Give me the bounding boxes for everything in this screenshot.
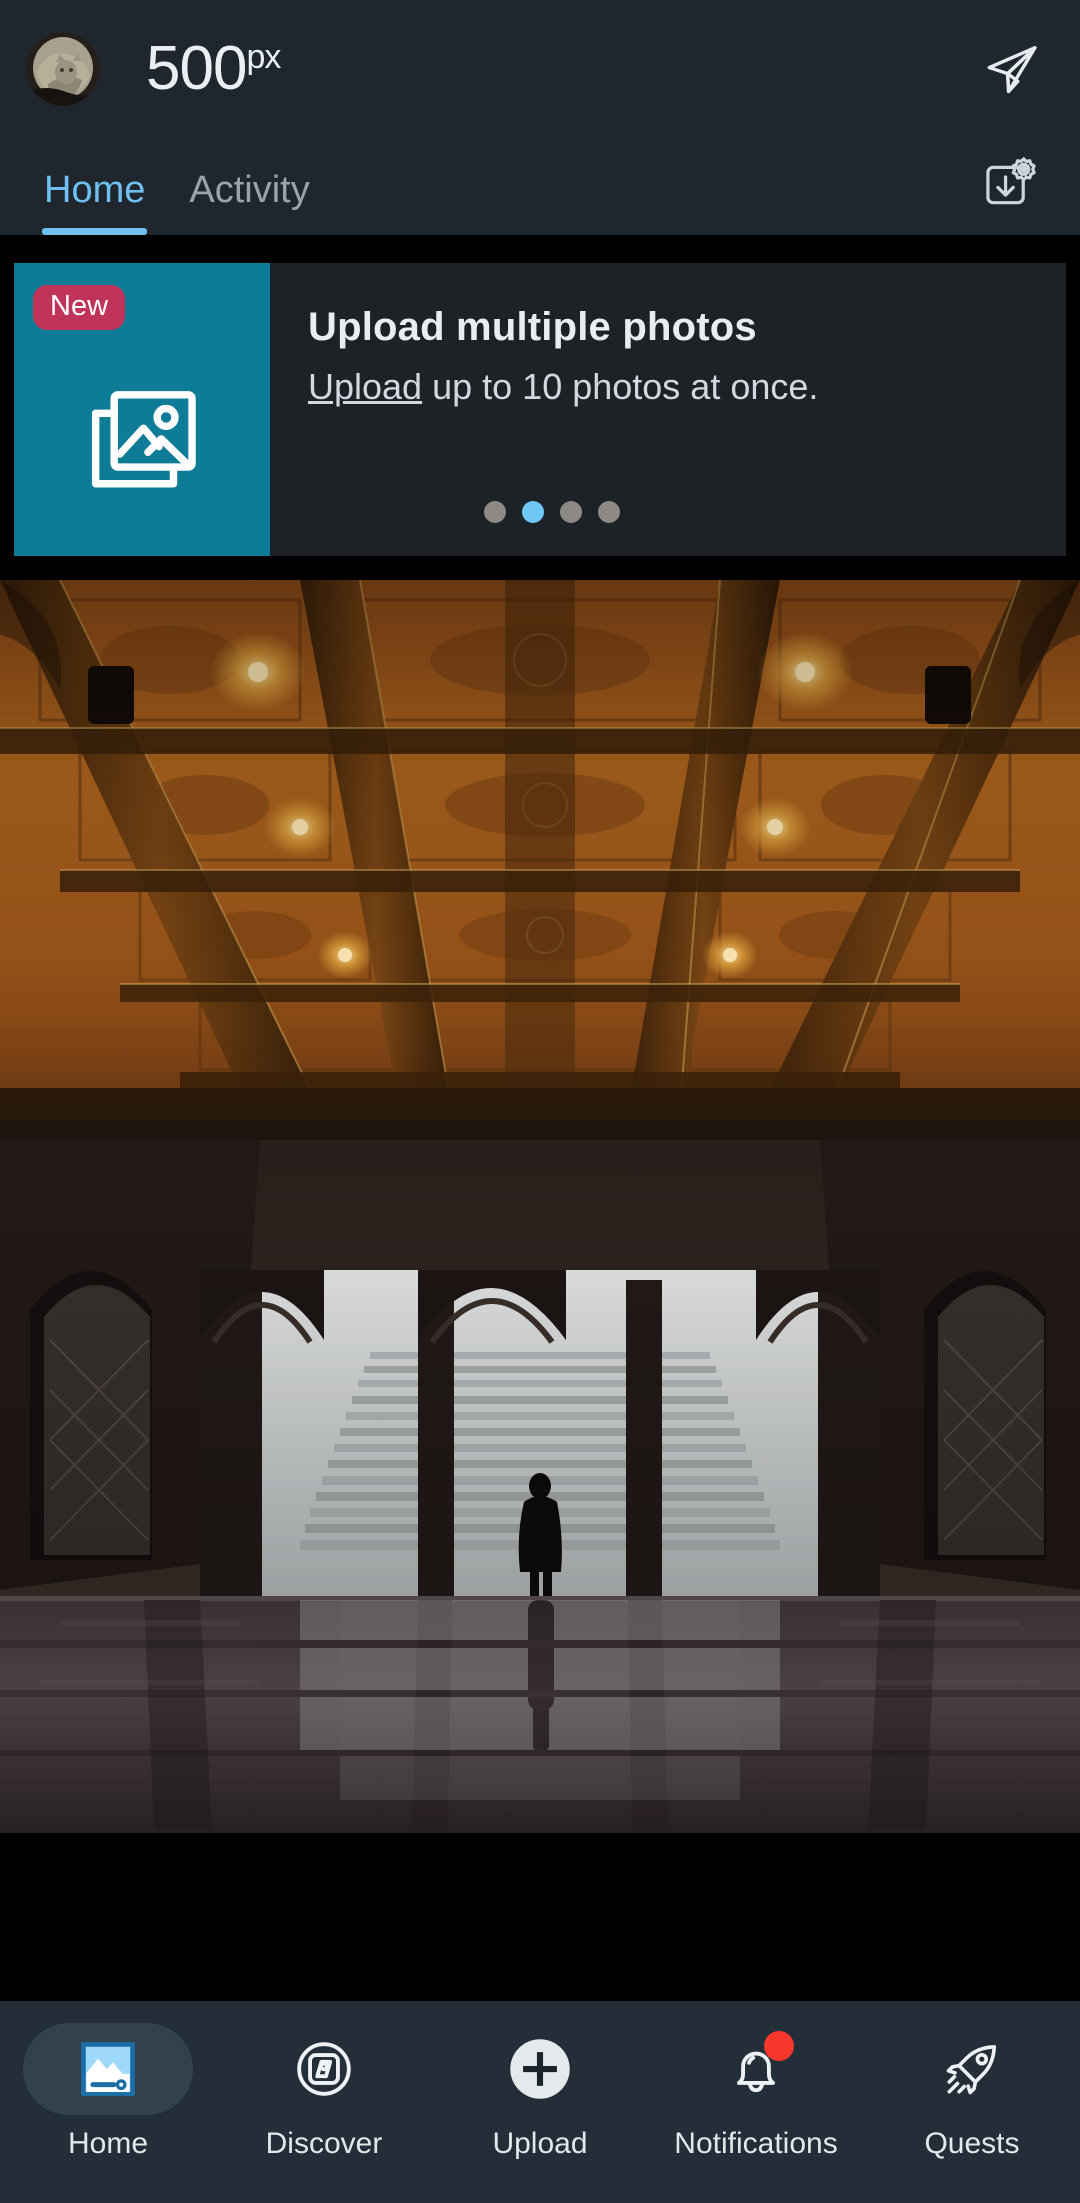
nav-item-upload[interactable]: Upload	[432, 2023, 648, 2159]
tab-bar: Home Activity	[0, 138, 1080, 235]
plus-circle-icon-svg	[510, 2039, 570, 2099]
plus-circle-icon	[505, 2034, 575, 2104]
nav-item-discover[interactable]: Discover	[216, 2023, 432, 2159]
tab-activity-label: Activity	[189, 169, 310, 211]
download-settings-button[interactable]	[964, 143, 1050, 229]
nav-quests-icon-wrap	[864, 2023, 1080, 2115]
nav-item-notifications[interactable]: Notifications	[648, 2023, 864, 2159]
nav-discover-label: Discover	[265, 2127, 383, 2160]
nav-notifications-icon-wrap	[648, 2023, 864, 2115]
rocket-icon	[941, 2038, 1003, 2100]
app-header: 500 px	[0, 0, 1080, 138]
logo-main: 500	[146, 34, 247, 103]
nav-home-label: Home	[67, 2127, 149, 2160]
nav-quests-label: Quests	[924, 2127, 1020, 2160]
feed-photo-image	[0, 580, 1080, 1833]
bottom-navigation: Home Discover Upload Notifications Quest…	[0, 2001, 1080, 2203]
rocket-icon-svg	[946, 2044, 997, 2095]
tab-home-label: Home	[44, 169, 146, 211]
banner-pagination	[484, 501, 620, 523]
tab-list: Home Activity	[0, 138, 310, 235]
download-settings-gear-icon	[986, 157, 1036, 205]
promo-banner-visual: New	[14, 263, 270, 556]
promo-banner-subtitle: Upload up to 10 photos at once.	[308, 367, 1066, 407]
tab-activity[interactable]: Activity	[189, 171, 309, 235]
promo-banner-title: Upload multiple photos	[308, 305, 757, 349]
promo-banner-text: Upload multiple photos Upload up to 10 p…	[270, 263, 1066, 556]
promo-banner-card[interactable]: New Upload multiple photos Upload up to …	[14, 263, 1066, 556]
stacked-photos-icon-wrap	[79, 367, 205, 498]
compass-discover-icon	[293, 2038, 355, 2100]
avatar-image	[26, 32, 100, 106]
send-button[interactable]	[974, 31, 1050, 107]
pagination-dot[interactable]	[484, 501, 506, 523]
feed-photo[interactable]	[0, 580, 1080, 1833]
notification-badge	[764, 2031, 794, 2061]
landscape-photo-icon-svg	[81, 2042, 135, 2096]
tab-home[interactable]: Home	[42, 169, 148, 235]
stacked-photos-icon	[91, 391, 196, 488]
compass-discover-icon-svg	[297, 2042, 351, 2096]
paper-plane-icon	[987, 46, 1037, 94]
nav-discover-icon-wrap	[216, 2023, 432, 2115]
promo-banner-subtitle-link[interactable]: Upload	[308, 366, 422, 407]
pagination-dot[interactable]	[560, 501, 582, 523]
logo-suffix: px	[246, 38, 281, 76]
nav-upload-label: Upload	[492, 2127, 588, 2160]
landscape-photo-icon	[77, 2038, 139, 2100]
brand-logo: 500 px	[146, 34, 281, 103]
nav-notifications-label: Notifications	[674, 2127, 838, 2160]
avatar[interactable]	[26, 32, 100, 106]
nav-home-icon-wrap	[0, 2023, 216, 2115]
nav-upload-icon-wrap	[432, 2023, 648, 2115]
promo-banner-subtitle-rest: up to 10 photos at once.	[422, 366, 819, 407]
pagination-dot-active[interactable]	[522, 501, 544, 523]
pagination-dot[interactable]	[598, 501, 620, 523]
nav-item-home[interactable]: Home	[0, 2023, 216, 2159]
nav-item-quests[interactable]: Quests	[864, 2023, 1080, 2159]
tab-active-indicator	[42, 228, 148, 235]
new-badge: New	[33, 285, 126, 330]
promo-banner-section: New Upload multiple photos Upload up to …	[0, 235, 1080, 580]
